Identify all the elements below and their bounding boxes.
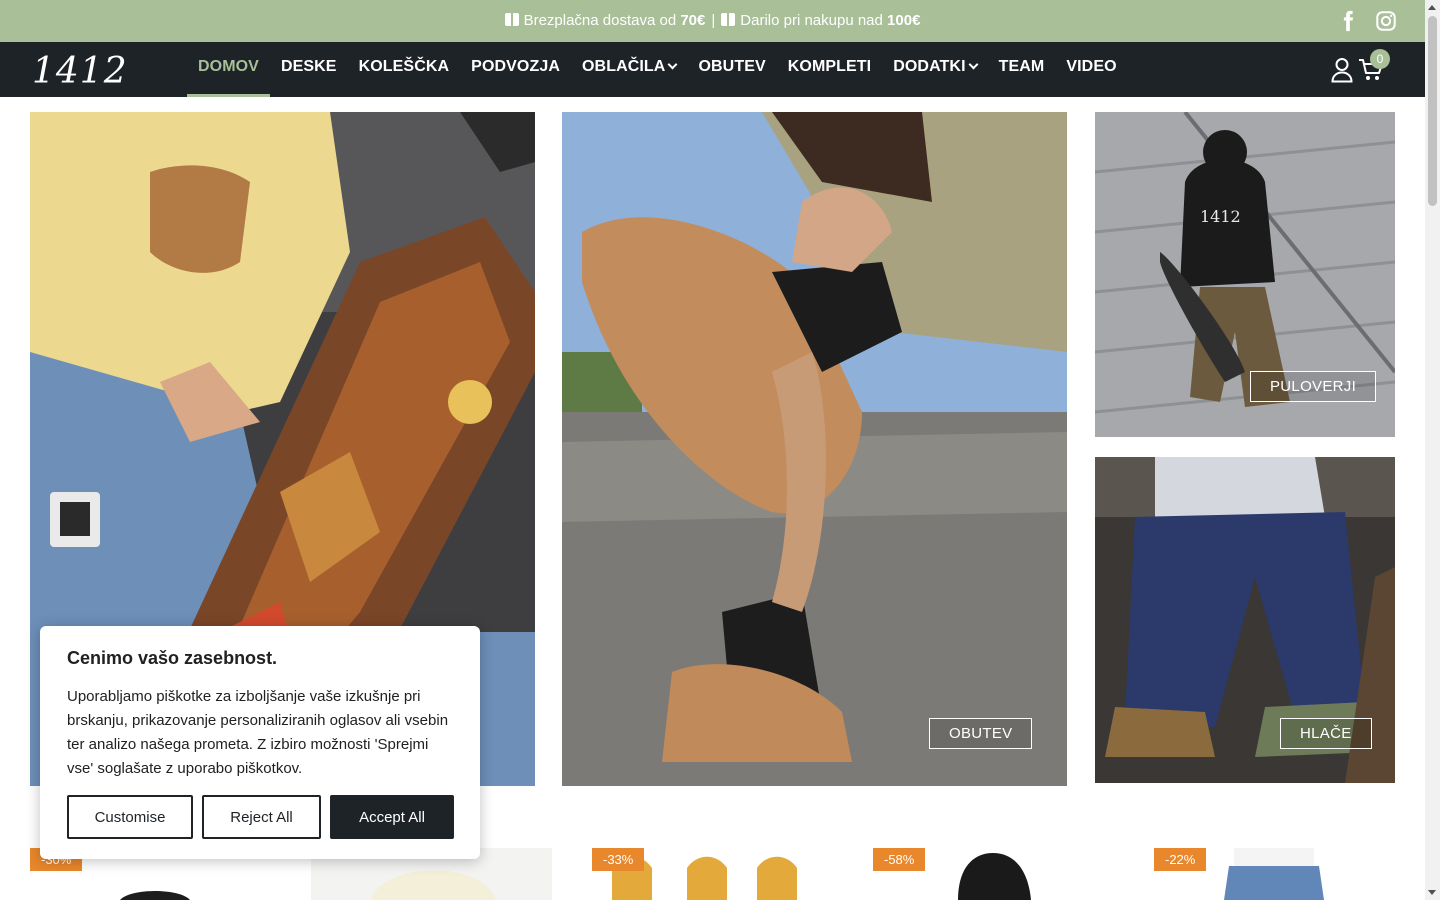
promo-bar: Brezplačna dostava od 70€ | Darilo pri nak… [0,0,1425,42]
nav-item-label: OBUTEV [698,58,766,75]
tile-label-pants[interactable]: HLAČE [1280,718,1372,749]
tile-label-sweaters[interactable]: PULOVERJI [1250,371,1377,402]
nav-item-team[interactable]: TEAM [988,42,1056,97]
nav-item-kompleti[interactable]: KOMPLETI [777,42,882,97]
nav-item-label: DOMOV [198,58,259,75]
discount-badge: -33% [592,848,645,871]
discount-badge: -58% [873,848,926,871]
promo-shipping-text: Brezplačna dostava od [523,12,681,29]
facebook-icon[interactable] [1337,10,1359,32]
nav-item-video[interactable]: VIDEO [1055,42,1127,97]
scroll-down-arrow-icon[interactable] [1428,890,1436,895]
cart-count-badge: 0 [1370,49,1390,69]
gift-box-icon [504,13,519,26]
nav-item-label: DESKE [280,58,337,75]
main-navigation: 1412 DOMOV DESKE KOLEŠČKA PODVOZJA OBLAČ… [0,42,1425,97]
user-icon[interactable] [1331,57,1353,83]
reject-all-button[interactable]: Reject All [202,795,321,839]
nav-item-domov[interactable]: DOMOV [187,42,270,97]
accept-all-button[interactable]: Accept All [330,795,454,839]
nav-item-oblacila[interactable]: OBLAČILA [571,42,687,97]
promo-separator: | [711,12,716,29]
sweater-print: 1412 [1200,207,1241,226]
chevron-down-icon [668,59,678,70]
nav-item-label: KOMPLETI [787,58,872,75]
instagram-icon[interactable] [1375,10,1397,32]
nav-item-podvozja[interactable]: PODVOZJA [460,42,571,97]
banner-tile-sweaters[interactable]: 1412 PULOVERJI [1095,112,1395,437]
promo-text: Brezplačna dostava od 70€ | Darilo pri nak… [0,0,1425,42]
menu: DOMOV DESKE KOLEŠČKA PODVOZJA OBLAČILA O… [187,42,1128,97]
nav-item-label: KOLEŠČKA [358,58,450,75]
scrollbar-thumb[interactable] [1428,16,1437,206]
logo-text: 1412 [32,51,128,90]
brand-logo[interactable]: 1412 [30,50,132,90]
cookie-buttons: Customise Reject All Accept All [67,795,454,839]
nav-item-label: DODATKI [893,58,966,75]
discount-badge: -22% [1154,848,1207,871]
nav-item-deske[interactable]: DESKE [270,42,348,97]
nav-item-obutev[interactable]: OBUTEV [687,42,776,97]
nav-item-label: OBLAČILA [582,58,666,75]
tile-label-shoes[interactable]: OBUTEV [929,718,1033,749]
promo-gift-amount: 100€ [887,12,921,29]
banner-tile-pants[interactable]: HLAČE [1095,457,1395,783]
nav-item-label: PODVOZJA [471,58,560,75]
nav-item-label: TEAM [998,58,1045,75]
promo-gift-text: Darilo pri nakupu nad [740,12,888,29]
banner-tile-shoes[interactable]: OBUTEV [562,112,1067,786]
customise-button[interactable]: Customise [67,795,193,839]
shoes-photo [562,112,1067,786]
cookie-description: Uporabljamo piškotke za izboljšanje vaše… [67,688,449,777]
gift-icon [721,13,736,26]
cookie-consent-dialog: Cenimo vašo zasebnost. Uporabljamo piško… [40,626,480,859]
scroll-up-arrow-icon[interactable] [1428,5,1436,10]
page-scrollbar[interactable] [1425,0,1440,900]
promo-shipping-amount: 70€ [680,12,706,29]
cookie-title: Cenimo vašo zasebnost. [67,648,278,668]
nav-item-label: VIDEO [1066,58,1117,75]
nav-item-kolescka[interactable]: KOLEŠČKA [348,42,461,97]
chevron-down-icon [968,59,979,70]
nav-item-dodatki[interactable]: DODATKI [882,42,987,97]
